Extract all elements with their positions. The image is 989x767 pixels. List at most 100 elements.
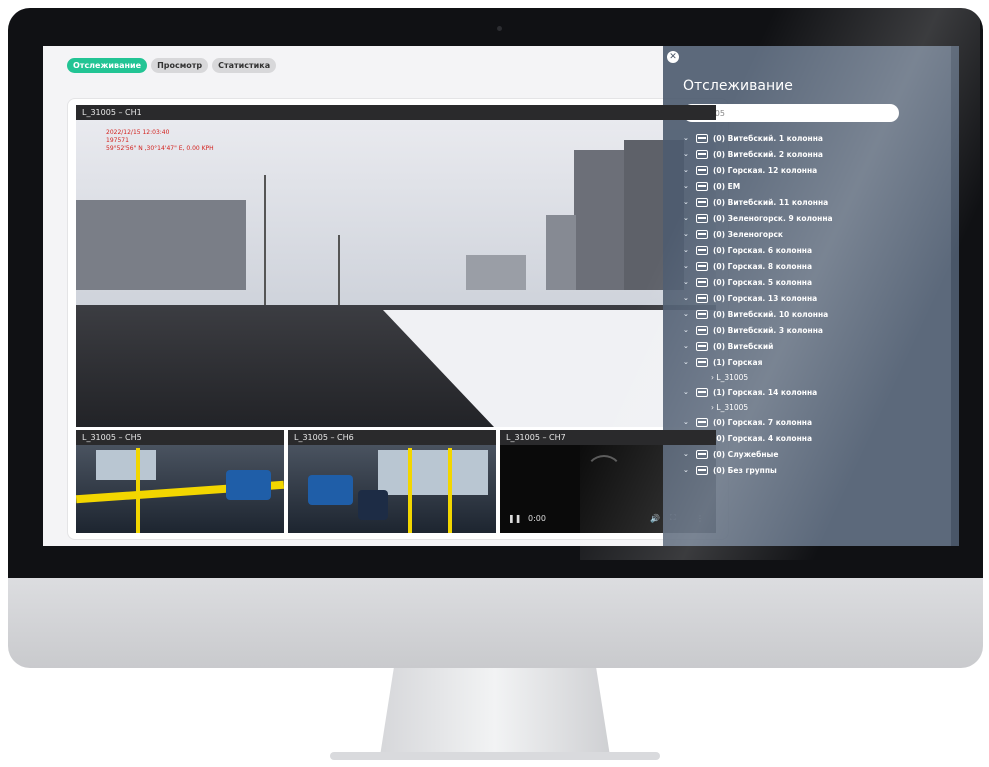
osd-timestamp: 2022/12/15 12:03:40 xyxy=(106,129,170,136)
group-label: (0) ЕМ xyxy=(713,181,741,191)
webcam-dot xyxy=(497,26,502,31)
chevron-down-icon[interactable]: ⌄ xyxy=(683,310,693,318)
group-row[interactable]: ⌄ (0) Горская. 8 колонна xyxy=(683,258,953,274)
bus-icon xyxy=(696,165,708,175)
bus-handrail xyxy=(136,448,140,533)
bus-handrail xyxy=(448,448,452,533)
group-label: (0) Служебные xyxy=(713,449,779,459)
camera-title: L_31005 – CH5 xyxy=(76,430,284,445)
chevron-down-icon[interactable]: ⌄ xyxy=(683,326,693,334)
main-camera-view[interactable]: L_31005 – CH1 2022/12/15 12:03:40 197571… xyxy=(76,105,716,427)
group-label: (1) Горская xyxy=(713,357,763,367)
group-label: (0) Витебский xyxy=(713,341,774,351)
vehicle-item[interactable]: › L_31005 xyxy=(683,400,953,414)
group-row[interactable]: ⌄ (0) Витебский. 10 колонна xyxy=(683,306,953,322)
group-row[interactable]: ⌄ (0) Горская. 6 колонна xyxy=(683,242,953,258)
bus-icon xyxy=(696,261,708,271)
group-label: (0) Зеленогорск xyxy=(713,229,783,239)
chevron-down-icon[interactable]: ⌄ xyxy=(683,262,693,270)
osd-coordinates: 59°52'56" N ,30°14'47" E, 0.00 KPH xyxy=(106,145,214,152)
tracking-sidebar: ✕ Отслеживание ⌄ (0) Витебский. 1 колонна… xyxy=(663,46,959,546)
bus-icon xyxy=(696,449,708,459)
bus-icon xyxy=(696,357,708,367)
camera-title: L_31005 – CH6 xyxy=(288,430,496,445)
video-time: 0:00 xyxy=(528,514,546,523)
group-label: (0) Горская. 8 колонна xyxy=(713,261,813,271)
chevron-down-icon[interactable]: ⌄ xyxy=(683,246,693,254)
group-row[interactable]: ⌄ (0) Служебные xyxy=(683,446,953,462)
tab-bar: Отслеживание Просмотр Статистика xyxy=(67,58,277,73)
chevron-down-icon[interactable]: ⌄ xyxy=(683,230,693,238)
volume-icon[interactable]: 🔊 xyxy=(650,514,660,523)
vehicle-label: L_31005 xyxy=(716,402,749,412)
scene-building xyxy=(76,200,246,290)
chevron-down-icon[interactable]: ⌄ xyxy=(683,450,693,458)
bus-seat xyxy=(226,470,271,500)
tab-statistics[interactable]: Статистика xyxy=(212,58,277,73)
camera-ch6-view[interactable]: L_31005 – CH6 xyxy=(288,430,496,533)
chevron-down-icon[interactable]: ⌄ xyxy=(683,182,693,190)
group-row[interactable]: ⌄ (1) Горская xyxy=(683,354,953,370)
chevron-down-icon[interactable]: ⌄ xyxy=(683,198,693,206)
group-row[interactable]: ⌄ (0) Зеленогорск. 9 колонна xyxy=(683,210,953,226)
bus-icon xyxy=(696,181,708,191)
group-row[interactable]: ⌄ (0) Без группы xyxy=(683,462,953,478)
chevron-down-icon[interactable]: ⌄ xyxy=(683,358,693,366)
group-label: (0) Витебский. 3 колонна xyxy=(713,325,823,335)
group-label: (0) Витебский. 1 колонна xyxy=(713,133,823,143)
camera-title: L_31005 – CH7 xyxy=(500,430,716,445)
bus-icon xyxy=(696,149,708,159)
bus-icon xyxy=(696,417,708,427)
group-row[interactable]: ⌄ (0) Горская. 5 колонна xyxy=(683,274,953,290)
group-row[interactable]: ⌄ (0) Витебский. 3 колонна xyxy=(683,322,953,338)
monitor-stand-base xyxy=(330,752,660,760)
bus-icon xyxy=(696,465,708,475)
group-label: (0) Горская. 6 колонна xyxy=(713,245,813,255)
group-label: (0) Горская. 12 колонна xyxy=(713,165,818,175)
group-row[interactable]: ⌄(0) Горская. 4 колонна xyxy=(683,430,953,446)
bus-icon xyxy=(696,387,708,397)
bus-icon xyxy=(696,277,708,287)
group-row[interactable]: ⌄ (0) Витебский. 2 колонна xyxy=(683,146,953,162)
pause-icon[interactable]: ❚❚ xyxy=(508,514,521,523)
chevron-down-icon[interactable]: ⌄ xyxy=(683,466,693,474)
scene-building xyxy=(574,150,624,290)
group-row[interactable]: ⌄ (0) Витебский xyxy=(683,338,953,354)
tab-view[interactable]: Просмотр xyxy=(151,58,209,73)
bus-seat xyxy=(308,475,353,505)
chevron-down-icon[interactable]: ⌄ xyxy=(683,278,693,286)
group-row[interactable]: ⌄ (1) Горская. 14 колонна xyxy=(683,384,953,400)
bus-icon xyxy=(696,197,708,207)
chevron-down-icon[interactable]: ⌄ xyxy=(683,134,693,142)
chevron-down-icon[interactable]: ⌄ xyxy=(683,166,693,174)
group-label: (0) Горская. 13 колонна xyxy=(713,293,818,303)
group-row[interactable]: ⌄ (0) Зеленогорск xyxy=(683,226,953,242)
close-icon[interactable]: ✕ xyxy=(667,51,679,63)
chevron-down-icon[interactable]: ⌄ xyxy=(683,294,693,302)
scene-lamp-pole xyxy=(338,235,340,305)
chevron-down-icon[interactable]: ⌄ xyxy=(683,150,693,158)
camera-ch5-view[interactable]: L_31005 – CH5 xyxy=(76,430,284,533)
osd-id: 197571 xyxy=(106,137,129,144)
group-row[interactable]: ⌄ (0) Витебский. 1 колонна xyxy=(683,130,953,146)
group-row[interactable]: ⌄ (0) Горская. 7 колонна xyxy=(683,414,953,430)
group-row[interactable]: ⌄ (0) Горская. 13 колонна xyxy=(683,290,953,306)
tab-tracking[interactable]: Отслеживание xyxy=(67,58,148,73)
chevron-down-icon[interactable]: ⌄ xyxy=(683,342,693,350)
group-row[interactable]: ⌄ (0) Горская. 12 колонна xyxy=(683,162,953,178)
group-label: (0) Горская. 5 колонна xyxy=(713,277,813,287)
bus-icon xyxy=(696,133,708,143)
bus-window xyxy=(96,450,156,480)
vehicle-item[interactable]: › L_31005 xyxy=(683,370,953,384)
chevron-down-icon[interactable]: ⌄ xyxy=(683,388,693,396)
bus-icon xyxy=(696,229,708,239)
group-row[interactable]: ⌄ (0) Витебский. 11 колонна xyxy=(683,194,953,210)
bus-handrail xyxy=(408,448,412,533)
chevron-down-icon[interactable]: ⌄ xyxy=(683,418,693,426)
group-row[interactable]: ⌄ (0) ЕМ xyxy=(683,178,953,194)
sidebar-title: Отслеживание xyxy=(683,78,793,94)
scene-building xyxy=(466,255,526,290)
bus-icon xyxy=(696,293,708,303)
group-label: (0) Зеленогорск. 9 колонна xyxy=(713,213,833,223)
chevron-down-icon[interactable]: ⌄ xyxy=(683,214,693,222)
